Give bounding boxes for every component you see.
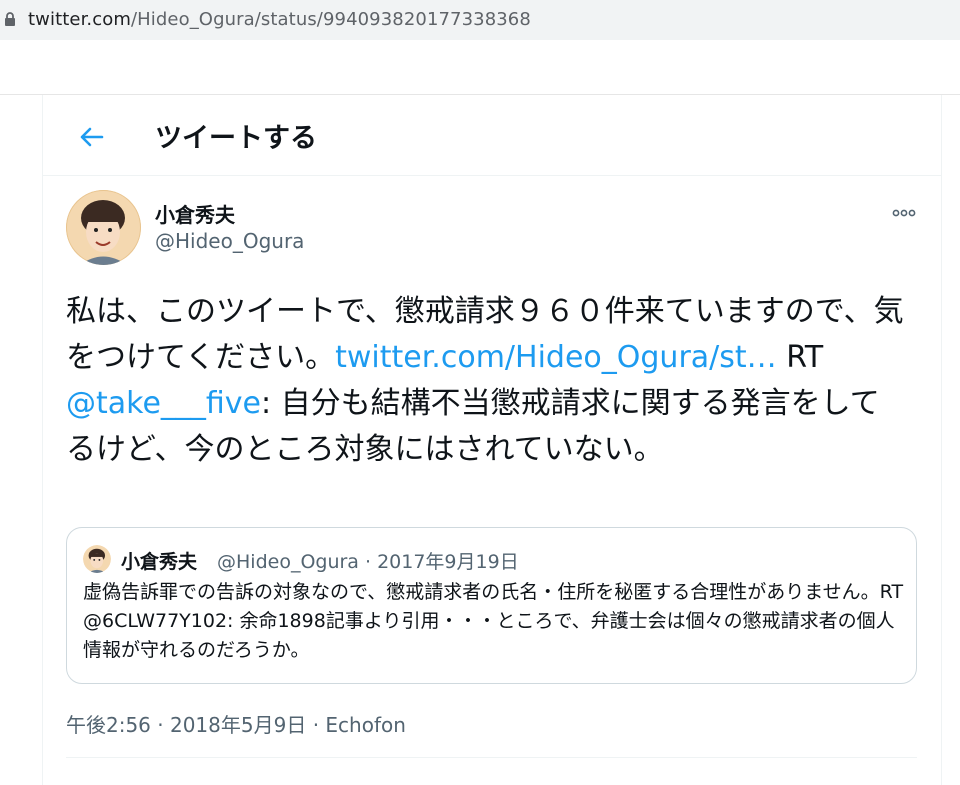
tweet-metadata: 午後2:56 · 2018年5月9日 · Echofon xyxy=(66,709,406,738)
browser-address-bar[interactable]: twitter.com/Hideo_Ogura/status/994093820… xyxy=(0,0,960,40)
author-display-name[interactable]: 小倉秀夫 xyxy=(155,199,235,228)
arrow-left-icon xyxy=(78,126,104,152)
tweet-link[interactable]: twitter.com/Hideo_Ogura/st… xyxy=(335,340,777,375)
back-button[interactable] xyxy=(71,119,111,159)
tweet-text-part2: RT xyxy=(776,340,824,375)
quote-handle-date: @Hideo_Ogura · 2017年9月19日 xyxy=(217,551,519,573)
page-title: ツイートする xyxy=(155,123,317,154)
url-path: /Hideo_Ogura/status/994093820177338368 xyxy=(130,9,531,30)
meta-separator: · xyxy=(306,713,326,737)
divider xyxy=(66,757,917,758)
url-text[interactable]: twitter.com/Hideo_Ogura/status/994093820… xyxy=(28,9,531,30)
tweet-column: ツイートする 小倉秀夫 @Hideo_Ogura 私は、このツイートで、懲戒請求… xyxy=(42,95,942,785)
tweet-header: ツイートする xyxy=(43,95,941,176)
tweet-body: 私は、このツイートで、懲戒請求９６０件来ていますので、気をつけてください。twi… xyxy=(66,289,906,473)
more-dots-icon xyxy=(892,202,916,221)
quote-avatar xyxy=(83,545,111,573)
quote-text: 虚偽告訴罪での告訴の対象なので、懲戒請求者の氏名・住所を秘匿する合理性がありませ… xyxy=(83,581,904,661)
tweet-source[interactable]: Echofon xyxy=(325,713,406,737)
quote-display-name: 小倉秀夫 xyxy=(121,551,198,573)
author-handle[interactable]: @Hideo_Ogura xyxy=(155,229,304,253)
mention-link[interactable]: @take___five xyxy=(66,386,261,421)
quoted-tweet-card[interactable]: 小倉秀夫 @Hideo_Ogura · 2017年9月19日 虚偽告訴罪での告訴… xyxy=(66,527,917,684)
tweet-timestamp[interactable]: 午後2:56 · 2018年5月9日 xyxy=(66,713,306,737)
url-host: twitter.com xyxy=(28,9,131,30)
top-blank-band xyxy=(0,40,960,95)
avatar[interactable] xyxy=(66,190,141,265)
lock-icon[interactable] xyxy=(4,12,16,26)
more-button[interactable] xyxy=(889,199,919,223)
